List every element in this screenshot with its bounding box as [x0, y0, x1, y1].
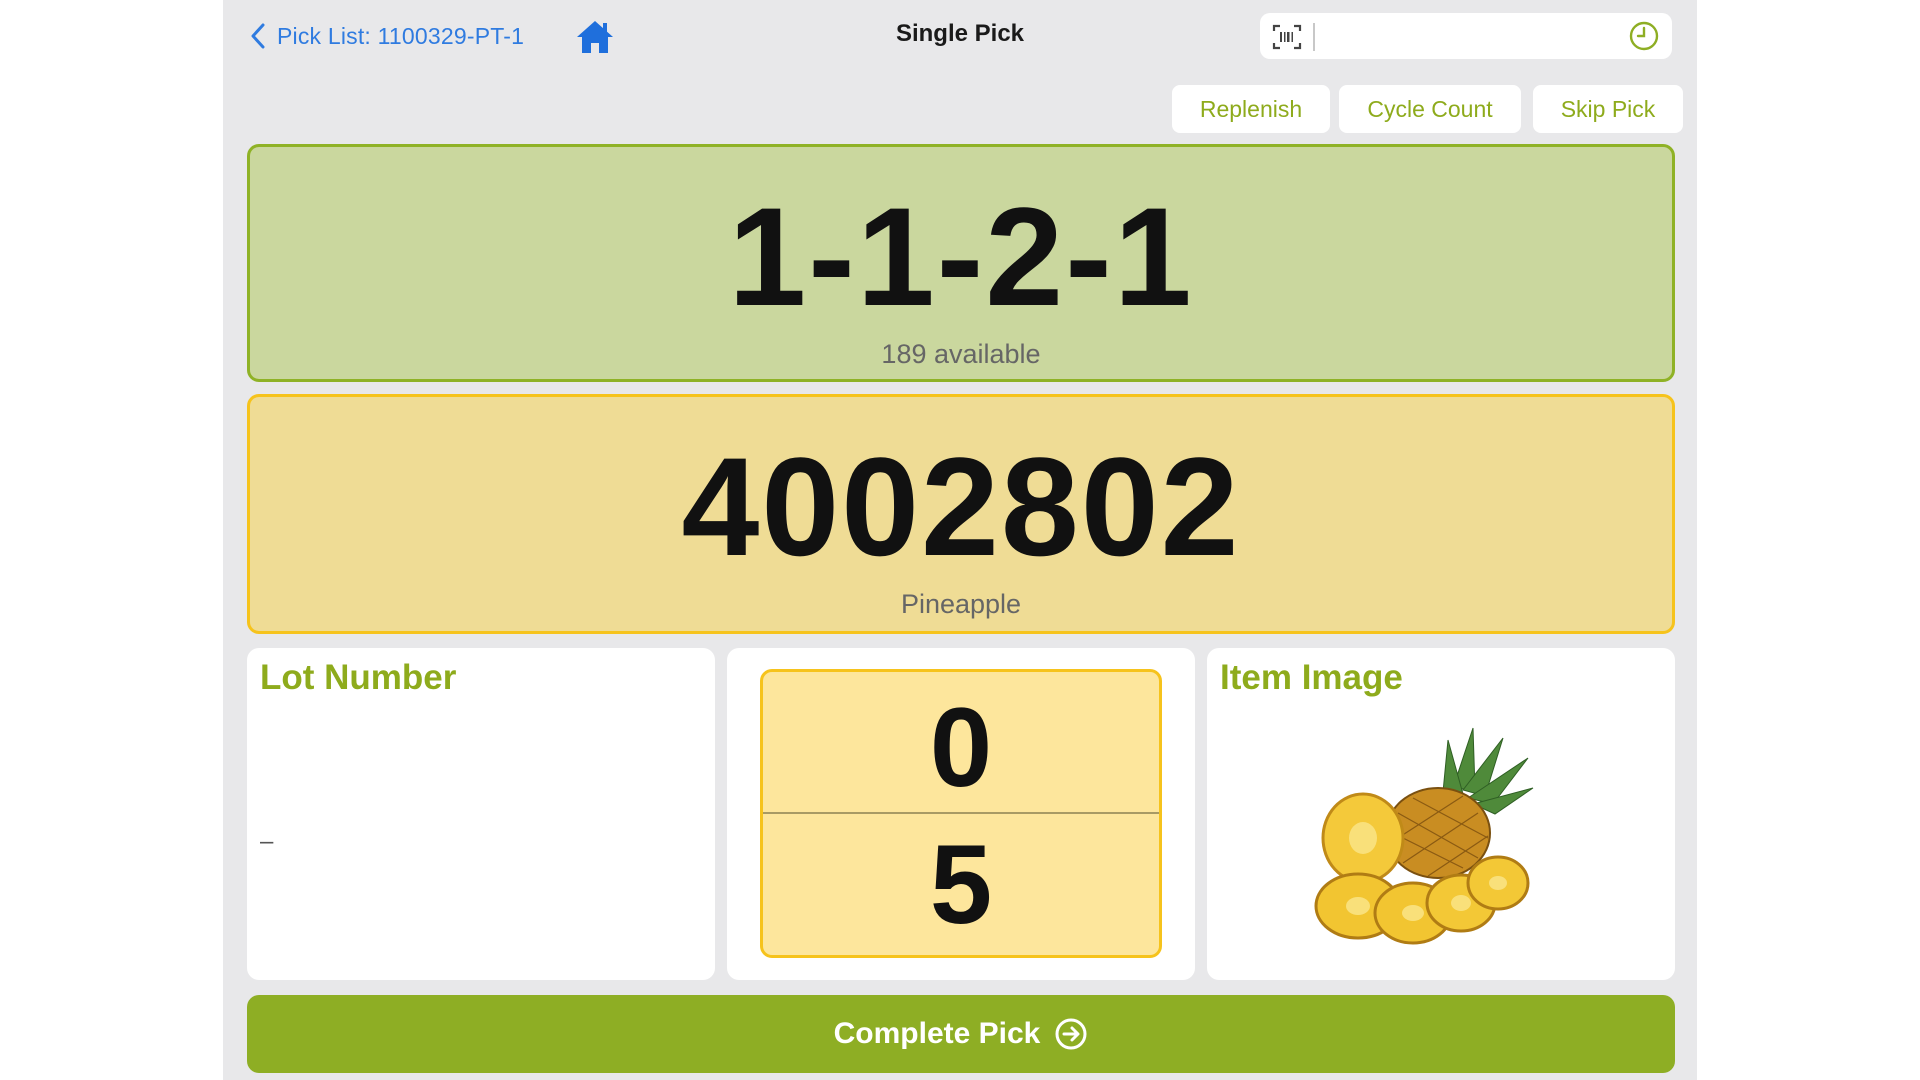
complete-pick-button[interactable]: Complete Pick	[247, 995, 1675, 1073]
location-code: 1-1-2-1	[728, 178, 1194, 335]
scan-input[interactable]	[1320, 19, 1624, 55]
complete-pick-label: Complete Pick	[833, 1017, 1041, 1050]
cycle-count-button[interactable]: Cycle Count	[1339, 85, 1521, 133]
arrow-right-circle-icon	[1055, 1018, 1087, 1050]
scan-field	[1260, 13, 1672, 59]
item-number: 4002802	[681, 428, 1241, 585]
picked-quantity: 0	[763, 672, 1159, 814]
item-name: Pineapple	[900, 589, 1022, 619]
history-clock-icon[interactable]	[1628, 20, 1660, 52]
lot-number-value: –	[260, 828, 274, 855]
app-screen: Pick List: 1100329-PT-1 Single Pick Repl…	[223, 0, 1697, 1080]
location-panel: 1-1-2-1 189 available	[247, 144, 1675, 382]
available-quantity: 189 available	[881, 339, 1041, 369]
lot-number-heading: Lot Number	[260, 658, 457, 697]
lot-number-card[interactable]: Lot Number –	[247, 648, 715, 980]
quantity-card: 0 5	[727, 648, 1195, 980]
pineapple-image	[1314, 727, 1534, 945]
barcode-scan-icon[interactable]	[1272, 23, 1302, 51]
quantity-box[interactable]: 0 5	[760, 669, 1162, 958]
item-image-card: Item Image	[1207, 648, 1675, 980]
item-panel: 4002802 Pineapple	[247, 394, 1675, 634]
scan-divider	[1313, 23, 1315, 51]
required-quantity: 5	[929, 821, 993, 947]
item-image-heading: Item Image	[1220, 658, 1403, 697]
replenish-button[interactable]: Replenish	[1172, 85, 1330, 133]
skip-pick-button[interactable]: Skip Pick	[1533, 85, 1683, 133]
